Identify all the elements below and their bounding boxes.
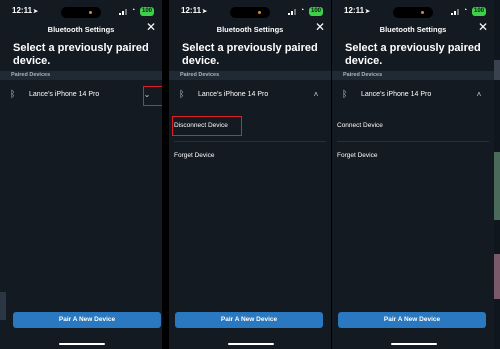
device-name: Lance's iPhone 14 Pro (361, 91, 432, 98)
status-bar: 12:11➤ ◔ 100 (332, 6, 494, 18)
pair-new-device-button[interactable]: Pair A New Device (338, 312, 486, 328)
indicator-dot (89, 11, 92, 14)
section-header: Paired Devices (169, 71, 331, 80)
pair-new-device-button[interactable]: Pair A New Device (175, 312, 323, 328)
indicator-dot (258, 11, 261, 14)
signal-icon (451, 8, 461, 15)
divider (337, 141, 489, 142)
highlight-box (172, 116, 242, 136)
location-icon: ➤ (365, 9, 371, 15)
home-indicator (59, 343, 105, 345)
indicator-dot (421, 11, 424, 14)
bluetooth-icon: ᛒ (179, 89, 185, 99)
bluetooth-icon: ᛒ (342, 89, 348, 99)
device-name: Lance's iPhone 14 Pro (198, 91, 269, 98)
paired-device-row[interactable]: ᛒ Lance's iPhone 14 Pro ˄ (332, 88, 494, 104)
wifi-icon: ◔ (463, 7, 468, 14)
phone-screen-3: 12:11➤ ◔ 100 Bluetooth Settings ✕ Select… (332, 0, 494, 349)
signal-icon (119, 8, 129, 15)
phone-screen-1: 12:11➤ ◔ 100 Bluetooth Settings ✕ Select… (0, 0, 162, 349)
thumbnail (494, 60, 500, 80)
home-indicator (228, 343, 274, 345)
thumbnail (494, 254, 500, 299)
phone-screen-2: 12:11➤ ◔ 100 Bluetooth Settings ✕ Select… (169, 0, 331, 349)
status-time: 12:11➤ (181, 6, 208, 15)
paired-device-row[interactable]: ᛒ Lance's iPhone 14 Pro ˄ (169, 88, 331, 104)
dynamic-island (230, 7, 270, 18)
page-title: Select a previously paired device. (345, 42, 481, 67)
location-icon: ➤ (33, 9, 39, 15)
divider (162, 0, 169, 349)
divider (174, 141, 326, 142)
battery-icon: 100 (472, 7, 487, 16)
status-bar: 12:11➤ ◔ 100 (169, 6, 331, 18)
screen-title: Bluetooth Settings (216, 25, 284, 34)
page-title: Select a previously paired device. (13, 42, 149, 67)
close-icon[interactable]: ✕ (146, 21, 156, 33)
dynamic-island (393, 7, 433, 18)
bluetooth-icon: ᛒ (10, 89, 16, 99)
dynamic-island (61, 7, 101, 18)
signal-icon (288, 8, 298, 15)
thumbnail (494, 152, 500, 220)
section-header: Paired Devices (332, 71, 494, 80)
device-name: Lance's iPhone 14 Pro (29, 91, 100, 98)
status-bar: 12:11➤ ◔ 100 (0, 6, 162, 18)
background-app-strip (494, 0, 500, 349)
wifi-icon: ◔ (131, 7, 136, 14)
highlight-box (143, 86, 162, 106)
close-icon[interactable]: ✕ (478, 21, 488, 33)
battery-icon: 100 (309, 7, 324, 16)
status-time: 12:11➤ (12, 6, 39, 15)
status-time: 12:11➤ (344, 6, 371, 15)
paired-device-row[interactable]: ᛒ Lance's iPhone 14 Pro ⌄ (0, 88, 162, 104)
location-icon: ➤ (202, 9, 208, 15)
section-header: Paired Devices (0, 71, 162, 80)
wifi-icon: ◔ (300, 7, 305, 14)
chevron-up-icon[interactable]: ˄ (309, 88, 323, 102)
forget-device-option[interactable]: Forget Device (174, 152, 214, 159)
close-icon[interactable]: ✕ (315, 21, 325, 33)
chevron-up-icon[interactable]: ˄ (472, 88, 486, 102)
connect-device-option[interactable]: Connect Device (337, 122, 383, 129)
pair-new-device-button[interactable]: Pair A New Device (13, 312, 161, 328)
battery-icon: 100 (140, 7, 155, 16)
background-thumbnail (0, 292, 6, 320)
home-indicator (391, 343, 437, 345)
screen-title: Bluetooth Settings (47, 25, 115, 34)
screen-title: Bluetooth Settings (379, 25, 447, 34)
page-title: Select a previously paired device. (182, 42, 318, 67)
forget-device-option[interactable]: Forget Device (337, 152, 377, 159)
